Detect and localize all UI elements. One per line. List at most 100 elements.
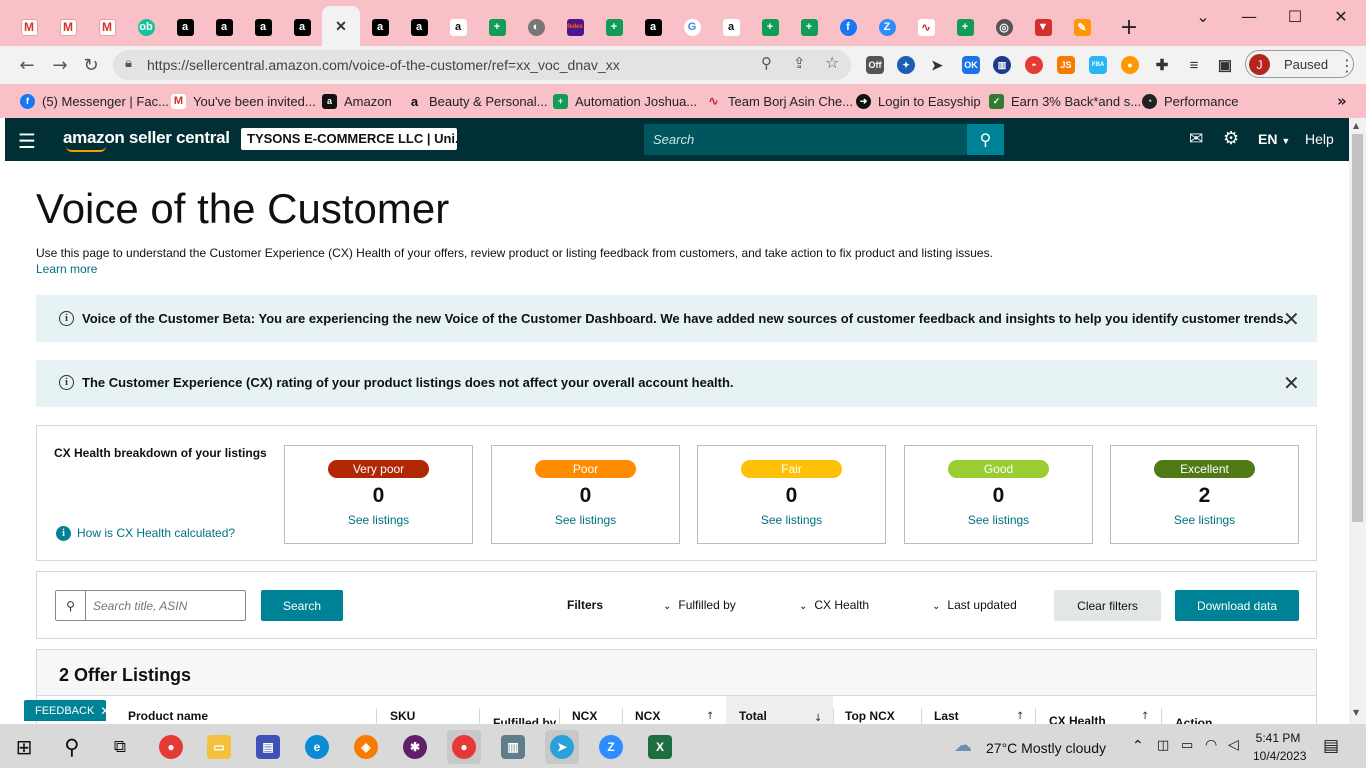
browser-tab[interactable]: ▼ xyxy=(1024,8,1062,46)
browser-tab[interactable]: ◎ xyxy=(985,8,1023,46)
browser-tab[interactable]: ◐ xyxy=(517,8,555,46)
account-switcher[interactable]: TYSONS E-COMMERCE LLC | Uni... xyxy=(241,128,457,150)
notification-icon[interactable]: ▤ xyxy=(1323,736,1339,756)
browser-tab[interactable]: ob xyxy=(127,8,165,46)
extension-cursor-icon[interactable]: ➤ xyxy=(928,56,946,74)
more-bookmarks-icon[interactable]: » xyxy=(1337,92,1347,110)
browser-tab[interactable]: G xyxy=(673,8,711,46)
new-tab-button[interactable]: + xyxy=(1110,8,1148,46)
browser-tab[interactable]: a xyxy=(400,8,438,46)
file-explorer-icon[interactable]: ▭ xyxy=(202,730,236,764)
fulfilled-by-dropdown[interactable]: ⌄ Fulfilled by xyxy=(663,598,736,612)
bookmark-item[interactable]: M You've been invited... xyxy=(171,92,316,110)
browser-tab[interactable]: a xyxy=(244,8,282,46)
browser-tab[interactable]: + xyxy=(946,8,984,46)
browser-tab[interactable]: + xyxy=(478,8,516,46)
column-header[interactable]: Product name xyxy=(128,709,208,723)
bookmark-item[interactable]: f (5) Messenger | Fac... xyxy=(20,92,169,110)
gear-icon[interactable]: ⚙ xyxy=(1223,128,1239,149)
learn-more-link[interactable]: Learn more xyxy=(36,262,97,276)
column-header[interactable]: Fulfilled by xyxy=(493,716,556,724)
wifi-icon[interactable]: ◠ xyxy=(1205,737,1217,753)
browser-tab[interactable]: ∿ xyxy=(907,8,945,46)
app-icon[interactable]: ▤ xyxy=(251,730,285,764)
cx-help-link[interactable]: How is CX Health calculated? xyxy=(77,526,235,540)
bookmark-star-icon[interactable]: ☆ xyxy=(825,53,839,72)
extension-js-icon[interactable]: JS xyxy=(1057,56,1075,74)
sort-arrow-icon[interactable]: ↑ xyxy=(706,711,714,722)
sort-arrow-icon[interactable]: ↑ xyxy=(1016,711,1024,722)
see-listings-link[interactable]: See listings xyxy=(698,513,885,527)
meet-now-icon[interactable]: ◫ xyxy=(1157,738,1169,753)
column-header[interactable]: NCX xyxy=(635,709,660,723)
chrome-icon[interactable]: ● xyxy=(154,730,188,764)
extension-globe-icon[interactable]: ✦ xyxy=(897,56,915,74)
close-icon[interactable]: ✕ xyxy=(1283,371,1300,395)
cx-health-dropdown[interactable]: ⌄ CX Health xyxy=(799,598,869,612)
browser-tab[interactable]: + xyxy=(790,8,828,46)
browser-tab[interactable]: + xyxy=(751,8,789,46)
close-window-button[interactable]: ✕ xyxy=(1318,0,1364,32)
slack-icon[interactable]: ✱ xyxy=(398,730,432,764)
browser-tab[interactable]: a xyxy=(205,8,243,46)
download-data-button[interactable]: Download data xyxy=(1175,590,1299,621)
weather-text[interactable]: 27°C Mostly cloudy xyxy=(986,740,1106,756)
bookmark-item[interactable]: ➜ Login to Easyship xyxy=(856,92,981,110)
notes-icon[interactable]: ▥ xyxy=(496,730,530,764)
close-icon[interactable]: ✕ xyxy=(1283,307,1300,331)
browser-tab[interactable]: M xyxy=(49,8,87,46)
extensions-puzzle-icon[interactable]: ✚ xyxy=(1153,56,1171,74)
browser-tab[interactable]: M xyxy=(88,8,126,46)
see-listings-link[interactable]: See listings xyxy=(1111,513,1298,527)
windows-start-icon[interactable]: ⊞ xyxy=(7,730,41,764)
extension-pokeball-icon[interactable]: ◓ xyxy=(1025,56,1043,74)
clock-time[interactable]: 5:41 PM xyxy=(1253,731,1303,745)
extension-orange-icon[interactable]: ● xyxy=(1121,56,1139,74)
weather-icon[interactable]: ☁ xyxy=(954,735,972,756)
column-header[interactable]: Top NCX xyxy=(845,709,895,723)
seller-central-logo[interactable]: amazon seller central xyxy=(63,128,230,148)
search-icon[interactable]: ⚲ xyxy=(967,124,1004,155)
share-icon[interactable]: ⇪ xyxy=(793,54,806,72)
browser-tab[interactable]: f xyxy=(829,8,867,46)
browser-tab[interactable]: a xyxy=(283,8,321,46)
column-header[interactable]: SKU xyxy=(390,709,415,723)
browser-tab[interactable]: Z xyxy=(868,8,906,46)
browser-tab[interactable]: + xyxy=(595,8,633,46)
task-view-icon[interactable]: ⧉ xyxy=(103,730,137,764)
browser-tab[interactable]: ✎ xyxy=(1063,8,1101,46)
search-button[interactable]: Search xyxy=(261,590,343,621)
browser-tab[interactable]: a xyxy=(166,8,204,46)
extension-ok-icon[interactable]: OK xyxy=(962,56,980,74)
clear-filters-button[interactable]: Clear filters xyxy=(1054,590,1161,621)
language-selector[interactable]: EN ▼ xyxy=(1258,131,1290,147)
see-listings-link[interactable]: See listings xyxy=(905,513,1092,527)
extension-off-icon[interactable]: Off xyxy=(866,56,884,74)
battery-icon[interactable]: ▭ xyxy=(1181,738,1193,753)
help-link[interactable]: Help xyxy=(1305,131,1334,147)
bookmark-item[interactable]: + Automation Joshua... xyxy=(553,92,697,110)
side-panel-icon[interactable]: ▣ xyxy=(1216,56,1234,74)
reading-list-icon[interactable]: ≡ xyxy=(1185,56,1203,74)
telegram-icon[interactable]: ➤ xyxy=(545,730,579,764)
forward-arrow-icon[interactable]: → xyxy=(46,51,74,79)
listing-search-input[interactable]: ⚲ Search title, ASIN xyxy=(55,590,246,621)
bookmark-item[interactable]: ∿ Team Borj Asin Che... xyxy=(706,92,853,110)
sort-arrow-icon[interactable]: ↓ xyxy=(814,713,822,724)
close-icon[interactable]: ✕ xyxy=(100,704,110,718)
minimize-button[interactable]: — xyxy=(1226,0,1272,32)
zoom-app-icon[interactable]: Z xyxy=(594,730,628,764)
column-header[interactable]: Action xyxy=(1175,716,1212,724)
scrollbar-thumb[interactable] xyxy=(1352,134,1363,522)
hamburger-menu-icon[interactable]: ☰ xyxy=(18,129,36,153)
browser-tab[interactable]: a xyxy=(361,8,399,46)
browser-menu-icon[interactable]: ⋮ xyxy=(1333,51,1361,79)
last-updated-dropdown[interactable]: ⌄ Last updated xyxy=(932,598,1017,612)
column-header[interactable]: Last xyxy=(934,709,959,723)
edge-icon[interactable]: e xyxy=(300,730,334,764)
browser-tab[interactable]: M xyxy=(10,8,48,46)
bookmark-item[interactable]: ✓ Earn 3% Back*and s... xyxy=(989,92,1141,110)
clock-date[interactable]: 10/4/2023 xyxy=(1253,749,1306,763)
browser-tab[interactable]: fedex xyxy=(556,8,594,46)
vpn-icon[interactable]: ◈ xyxy=(349,730,383,764)
